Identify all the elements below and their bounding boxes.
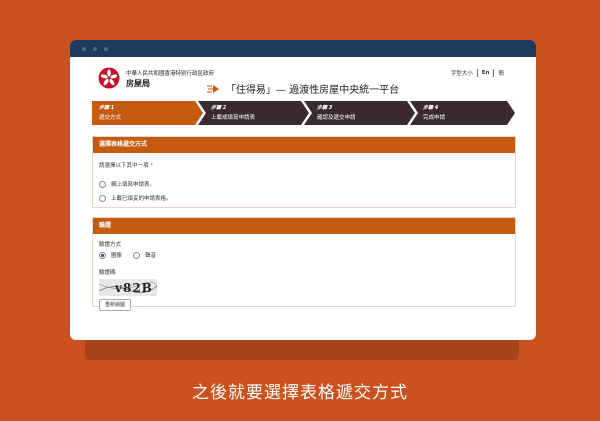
option-label: 圖像 — [111, 253, 123, 259]
font-size-link[interactable]: 字型大小 — [447, 69, 477, 77]
platform-title-text: 「住得易」— 過渡性房屋中央統一平台 — [225, 85, 400, 96]
step-label: 完成申請 — [423, 115, 446, 121]
refresh-captcha-button[interactable]: 重新繪圖 — [99, 299, 131, 311]
radio-button[interactable] — [99, 194, 106, 202]
platform-title: 「住得易」— 過渡性房屋中央統一平台 — [70, 81, 536, 96]
step-label: 遞交方式 — [99, 115, 122, 121]
radio-audio[interactable] — [133, 251, 141, 259]
verify-method-options: 圖像 聲音 — [99, 251, 156, 259]
option-upload-form[interactable]: 上載已填妥的申請表格。 — [99, 194, 172, 202]
radio-image[interactable] — [99, 251, 106, 259]
window-dot-icon[interactable] — [82, 46, 86, 51]
step-number: 步驟 3 — [317, 105, 333, 111]
option-label: 網上填寫申請表。 — [111, 182, 156, 188]
web-page: 中華人民共和國香港特別行政區政府 房屋局 字型大小 En 簡 「住得易」— 過渡… — [70, 57, 536, 340]
method-prompt: 請選擇以下其中一項 * — [99, 163, 154, 169]
option-online-form[interactable]: 網上填寫申請表。 — [99, 180, 155, 188]
option-label: 上載已填妥的申請表格。 — [111, 196, 172, 202]
form-method-section: 選擇表格遞交方式 請選擇以下其中一項 * 網上填寫申請表。 上載已填妥的申請表格… — [92, 136, 516, 208]
window-dot-icon[interactable] — [93, 46, 97, 51]
lang-en-link[interactable]: En — [478, 70, 494, 76]
government-name: 中華人民共和國香港特別行政區政府 — [126, 71, 215, 77]
language-bar: 字型大小 En 簡 — [447, 69, 508, 77]
verify-method-label: 驗證方式 — [99, 242, 122, 248]
step-label: 上載或填寫申請表 — [211, 115, 256, 121]
window-dot-icon[interactable] — [104, 46, 108, 51]
section-heading: 選擇表格遞交方式 — [93, 137, 515, 153]
step-number: 步驟 1 — [99, 105, 115, 111]
video-subtitle: 之後就要選擇表格遞交方式 — [192, 383, 408, 403]
captcha-image: v82B — [99, 279, 157, 296]
step-label: 確認及遞交申請 — [317, 115, 356, 121]
step-number: 步驟 2 — [211, 105, 227, 111]
required-mark: * — [150, 163, 154, 169]
browser-window: 中華人民共和國香港特別行政區政府 房屋局 字型大小 En 簡 「住得易」— 過渡… — [70, 40, 536, 340]
captcha-text: v82B — [115, 281, 153, 295]
radio-button[interactable] — [99, 180, 106, 188]
captcha-label: 驗證碼 — [99, 270, 116, 276]
lang-sc-link[interactable]: 簡 — [494, 69, 508, 77]
verification-section: 驗證 驗證方式 圖像 聲音 驗證碼 v82B 重新繪圖 — [92, 217, 516, 311]
option-label: 聲音 — [145, 253, 157, 259]
step-1: 步驟 1 遞交方式 — [92, 101, 204, 125]
step-4: 步驟 4 完成申請 — [410, 101, 516, 125]
fast-arrow-icon — [206, 84, 219, 93]
progress-steps: 步驟 1 遞交方式 步驟 2 上載或填寫申請表 步驟 3 確認及遞交申請 步驟 … — [92, 101, 516, 125]
step-2: 步驟 2 上載或填寫申請表 — [198, 101, 310, 125]
section-heading: 驗證 — [93, 218, 515, 234]
step-3: 步驟 3 確認及遞交申請 — [304, 101, 416, 125]
step-number: 步驟 4 — [423, 105, 439, 111]
browser-titlebar — [70, 40, 536, 57]
